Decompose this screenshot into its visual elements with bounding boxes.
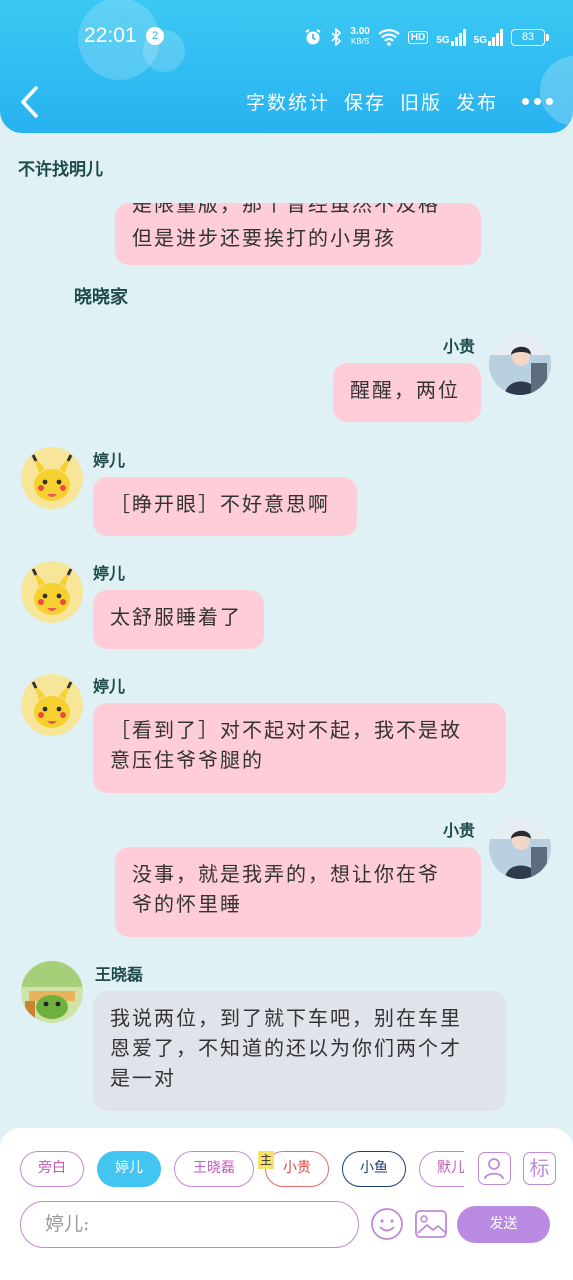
avatar[interactable] — [21, 674, 83, 736]
emoji-button[interactable] — [370, 1207, 404, 1241]
sender-name: 婷儿 — [93, 564, 126, 583]
battery-icon: 83 — [511, 28, 549, 46]
status-bar: 22:01 2 3.00 KB/S HD 5G 5G 83 — [0, 0, 573, 72]
signal-icon: 5G — [436, 28, 466, 46]
character-chip-narrator[interactable]: 旁白 — [20, 1151, 84, 1187]
toolbar: 字数统计 保存 旧版 发布 — [246, 88, 553, 115]
boy-avatar-icon — [489, 817, 551, 879]
chat-area[interactable]: 不许找明儿 是限量版，那个曾经虽然不及格 但是进步还要挨打的小男孩 晓晓家 小贵… — [0, 133, 573, 1128]
pikachu-avatar-icon — [21, 561, 83, 623]
save-button[interactable]: 保存 — [344, 88, 386, 115]
scene-title: 晓晓家 — [74, 287, 128, 308]
network-speed: 3.00 KB/S — [350, 26, 370, 47]
character-chip-xiaoyu[interactable]: 小鱼 — [342, 1151, 406, 1187]
character-manage-button[interactable] — [478, 1152, 511, 1185]
message-bubble: 是限量版，那个曾经虽然不及格 但是进步还要挨打的小男孩 — [115, 203, 481, 265]
character-chip-moer[interactable]: 默儿 — [419, 1151, 464, 1187]
person-icon — [484, 1158, 504, 1180]
mark-button[interactable]: 标 — [523, 1152, 556, 1185]
message-text: 意压住爷爷腿的 — [110, 748, 264, 772]
pikachu-avatar-icon — [21, 674, 83, 736]
avatar[interactable] — [21, 961, 83, 1023]
signal-icon: 5G — [474, 28, 503, 46]
message-text: 是一对 — [110, 1066, 176, 1090]
main-character-badge: 主 — [258, 1151, 274, 1169]
avatar[interactable] — [21, 447, 83, 509]
message-text: 我说两位，到了就下车吧，别在车里 — [110, 1006, 462, 1030]
message-bubble: ［看到了］对不起对不起，我不是故 意压住爷爷腿的 — [93, 703, 506, 793]
sender-name: 婷儿 — [93, 451, 126, 470]
chevron-left-icon — [21, 86, 38, 118]
send-button[interactable]: 发送 — [457, 1206, 550, 1243]
message-text: ［看到了］对不起对不起，我不是故 — [110, 718, 462, 742]
notification-count-badge: 2 — [146, 27, 164, 45]
message-input[interactable]: 婷儿: — [20, 1201, 359, 1248]
image-icon — [415, 1210, 447, 1238]
message-text: 没事，就是我弄的，想让你在爷 — [132, 862, 440, 886]
status-icons: 3.00 KB/S HD 5G 5G 83 — [304, 24, 549, 50]
status-time: 22:01 — [84, 24, 137, 47]
avatar[interactable] — [489, 333, 551, 395]
boy-avatar-icon — [489, 333, 551, 395]
sender-name: 小贵 — [443, 821, 476, 840]
message-text: 爷的怀里睡 — [132, 892, 242, 916]
message-bubble: 太舒服睡着了 — [93, 590, 264, 649]
sender-name: 婷儿 — [93, 677, 126, 696]
old-version-button[interactable]: 旧版 — [400, 88, 442, 115]
character-chip-tinger[interactable]: 婷儿 — [97, 1151, 161, 1187]
message-bubble: ［睁开眼］不好意思啊 — [93, 477, 357, 536]
wifi-icon — [378, 29, 400, 46]
message-bubble: 没事，就是我弄的，想让你在爷 爷的怀里睡 — [115, 847, 481, 937]
message-text: 恩爱了，不知道的还以为你们两个才 — [110, 1036, 462, 1060]
word-count-button[interactable]: 字数统计 — [246, 88, 330, 115]
publish-button[interactable]: 发布 — [456, 88, 498, 115]
avatar[interactable] — [21, 561, 83, 623]
back-button[interactable] — [16, 84, 46, 120]
image-button[interactable] — [414, 1208, 448, 1240]
avatar[interactable] — [489, 817, 551, 879]
alarm-icon — [305, 29, 321, 45]
sender-name: 小贵 — [443, 337, 476, 356]
message-text: 是限量版，那个曾经虽然不及格 — [132, 203, 440, 216]
character-selector: 旁白 婷儿 王晓磊 小贵 小鱼 默儿 — [20, 1151, 464, 1191]
message-bubble: 醒醒，两位 — [333, 363, 481, 422]
message-text: 但是进步还要挨打的小男孩 — [132, 226, 396, 250]
more-options-icon[interactable] — [522, 98, 553, 105]
scene-title: 不许找明儿 — [18, 160, 103, 180]
bluetooth-icon — [331, 28, 342, 46]
cartoon-avatar-icon — [21, 961, 83, 1023]
app-header: 22:01 2 3.00 KB/S HD 5G 5G 83 字数统计 保存 旧版 … — [0, 0, 573, 133]
hd-voice-icon: HD — [407, 30, 429, 44]
sender-name: 王晓磊 — [95, 965, 144, 984]
character-chip-wangxiaolei[interactable]: 王晓磊 — [174, 1151, 254, 1187]
message-bubble: 我说两位，到了就下车吧，别在车里 恩爱了，不知道的还以为你们两个才 是一对 — [93, 991, 506, 1111]
smiley-icon — [371, 1208, 403, 1240]
pikachu-avatar-icon — [21, 447, 83, 509]
character-chip-xiaogui[interactable]: 小贵 — [265, 1151, 329, 1187]
